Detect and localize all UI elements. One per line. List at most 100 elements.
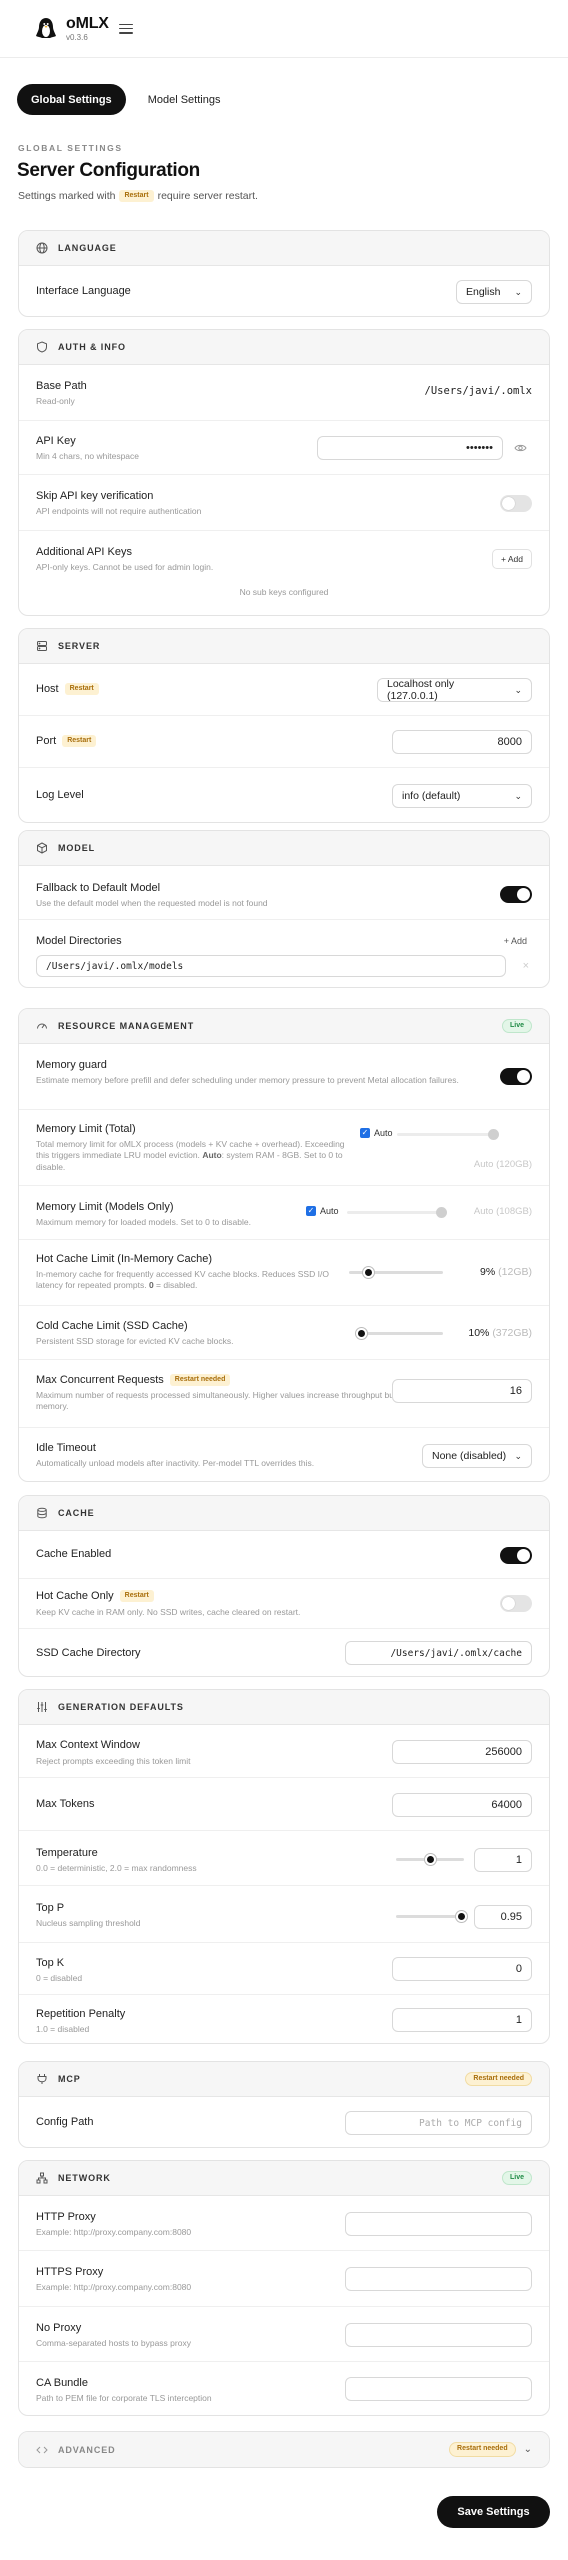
fallback-row: Fallback to Default Model Use the defaul… — [19, 866, 549, 920]
advanced-header[interactable]: ADVANCED Restart needed ⌄ — [19, 2432, 549, 2467]
log-level-value: info (default) — [402, 790, 461, 802]
ssd-cache-dir-label: SSD Cache Directory — [36, 1647, 141, 1659]
max-concurrent-input[interactable]: 16 — [392, 1379, 532, 1403]
cold-cache-limit-label: Cold Cache Limit (SSD Cache) — [36, 1320, 188, 1332]
temperature-input[interactable]: 1 — [474, 1848, 532, 1872]
repetition-penalty-input[interactable]: 1 — [392, 2008, 532, 2032]
skip-verification-desc: API endpoints will not require authentic… — [36, 506, 202, 516]
interface-language-row: Interface Language English ⌄ — [19, 266, 549, 316]
idle-timeout-value: None (disabled) — [432, 1450, 507, 1462]
memory-limit-models-slider[interactable] — [347, 1207, 448, 1218]
config-path-input[interactable]: Path to MCP config — [345, 2111, 532, 2135]
cold-cache-limit-desc: Persistent SSD storage for evicted KV ca… — [36, 1336, 234, 1346]
temperature-desc: 0.0 = deterministic, 2.0 = max randomnes… — [36, 1863, 197, 1873]
top-p-input[interactable]: 0.95 — [474, 1905, 532, 1929]
restart-needed-badge: Restart needed — [169, 1374, 231, 1387]
max-tokens-input[interactable]: 64000 — [392, 1793, 532, 1817]
page-eyebrow: GLOBAL SETTINGS — [18, 143, 123, 153]
checkbox-checked-icon[interactable]: ✓ — [306, 1206, 316, 1216]
max-concurrent-row: Max Concurrent Requests Restart needed M… — [19, 1360, 549, 1428]
interface-language-select[interactable]: English ⌄ — [456, 280, 532, 304]
resource-section: RESOURCE MANAGEMENT Live Memory guard Es… — [18, 1008, 550, 1482]
advanced-section[interactable]: ADVANCED Restart needed ⌄ — [18, 2431, 550, 2468]
port-input[interactable]: 8000 — [392, 730, 532, 754]
language-section: LANGUAGE Interface Language English ⌄ — [18, 230, 550, 317]
brand: oMLX v0.3.6 — [66, 15, 109, 42]
memory-limit-models-desc: Maximum memory for loaded models. Set to… — [36, 1217, 251, 1227]
hot-cache-limit-label: Hot Cache Limit (In-Memory Cache) — [36, 1253, 213, 1265]
top-p-slider[interactable] — [396, 1911, 467, 1922]
max-context-row: Max Context Window Reject prompts exceed… — [19, 1725, 549, 1778]
http-proxy-input[interactable] — [345, 2212, 532, 2236]
menu-icon[interactable] — [118, 23, 133, 34]
config-path-label: Config Path — [36, 2116, 94, 2128]
ca-bundle-input[interactable] — [345, 2377, 532, 2401]
top-p-desc: Nucleus sampling threshold — [36, 1918, 141, 1928]
slider-thumb[interactable] — [362, 1267, 374, 1278]
base-path-label: Base Path — [36, 380, 87, 392]
https-proxy-desc: Example: http://proxy.company.com:8080 — [36, 2282, 192, 2292]
base-path-value: /Users/javi/.omlx — [424, 385, 532, 397]
api-key-label: API Key — [36, 435, 76, 447]
ssd-cache-dir-input[interactable]: /Users/javi/.omlx/cache — [345, 1641, 532, 1665]
settings-tabs: Global Settings Model Settings — [17, 84, 234, 115]
temperature-slider[interactable] — [396, 1854, 464, 1865]
add-model-dir-link[interactable]: + Add — [504, 936, 527, 946]
http-proxy-desc: Example: http://proxy.company.com:8080 — [36, 2227, 192, 2237]
app-version: v0.3.6 — [66, 32, 88, 42]
subtitle-after: require server restart. — [157, 190, 258, 203]
sub-keys-label: Additional API Keys — [36, 546, 133, 558]
slider-thumb[interactable] — [436, 1207, 448, 1218]
chevron-down-icon[interactable]: ⌄ — [524, 2444, 532, 2455]
slider-thumb[interactable] — [355, 1328, 367, 1339]
max-context-label: Max Context Window — [36, 1739, 140, 1751]
resource-title: RESOURCE MANAGEMENT — [58, 1021, 195, 1031]
language-title: LANGUAGE — [58, 243, 117, 253]
max-concurrent-desc: Maximum number of requests processed sim… — [36, 1390, 435, 1412]
tab-model-settings[interactable]: Model Settings — [134, 84, 235, 115]
slider-thumb[interactable] — [488, 1129, 499, 1140]
slider-thumb[interactable] — [455, 1911, 467, 1922]
https-proxy-input[interactable] — [345, 2267, 532, 2291]
no-proxy-input[interactable] — [345, 2323, 532, 2347]
cold-cache-limit-slider[interactable] — [355, 1328, 443, 1339]
add-sub-key-button[interactable]: + Add — [492, 549, 532, 569]
fallback-toggle[interactable] — [500, 886, 532, 903]
skip-verification-toggle[interactable] — [500, 495, 532, 512]
model-dir-input[interactable]: /Users/javi/.omlx/models — [36, 955, 506, 977]
save-settings-button[interactable]: Save Settings — [437, 2496, 550, 2528]
memory-limit-total-slider[interactable] — [397, 1129, 499, 1140]
ssd-cache-dir-row: SSD Cache Directory /Users/javi/.omlx/ca… — [19, 1629, 549, 1676]
hot-cache-limit-desc-1: In-memory cache for frequently accessed … — [36, 1269, 260, 1279]
remove-icon[interactable]: × — [523, 960, 529, 972]
top-k-input[interactable]: 0 — [392, 1957, 532, 1981]
subtitle-before: Settings marked with — [18, 190, 116, 203]
hot-cache-limit-desc-zero: 0 — [148, 1280, 154, 1291]
host-select[interactable]: Localhost only (127.0.0.1) ⌄ — [377, 678, 532, 702]
no-proxy-row: No Proxy Comma-separated hosts to bypass… — [19, 2307, 549, 2362]
idle-timeout-select[interactable]: None (disabled) ⌄ — [422, 1444, 532, 1468]
hot-cache-only-row: Hot Cache Only Restart Keep KV cache in … — [19, 1579, 549, 1629]
http-proxy-row: HTTP Proxy Example: http://proxy.company… — [19, 2196, 549, 2251]
shield-icon — [36, 341, 48, 353]
host-label-wrap: Host Restart — [36, 683, 99, 696]
api-key-input[interactable]: ••••••• — [317, 436, 503, 460]
memory-guard-label: Memory guard — [36, 1059, 107, 1071]
log-level-select[interactable]: info (default) ⌄ — [392, 784, 532, 808]
globe-icon — [36, 242, 48, 254]
hot-cache-limit-slider[interactable] — [349, 1267, 443, 1278]
max-concurrent-label-wrap: Max Concurrent Requests Restart needed — [36, 1374, 231, 1387]
memory-guard-toggle[interactable] — [500, 1068, 532, 1085]
memory-limit-total-auto-label: Auto — [374, 1128, 393, 1138]
cache-enabled-toggle[interactable] — [500, 1547, 532, 1564]
memory-limit-models-auto-label: Auto — [320, 1206, 339, 1216]
eye-icon[interactable] — [514, 442, 527, 457]
checkbox-checked-icon[interactable]: ✓ — [360, 1128, 370, 1138]
resource-header: RESOURCE MANAGEMENT Live — [19, 1009, 549, 1044]
hot-cache-only-toggle[interactable] — [500, 1595, 532, 1612]
max-context-input[interactable]: 256000 — [392, 1740, 532, 1764]
tab-global-settings[interactable]: Global Settings — [17, 84, 126, 115]
top-bar: oMLX v0.3.6 — [0, 0, 568, 58]
max-concurrent-label: Max Concurrent Requests — [36, 1374, 164, 1387]
slider-thumb[interactable] — [425, 1854, 436, 1865]
